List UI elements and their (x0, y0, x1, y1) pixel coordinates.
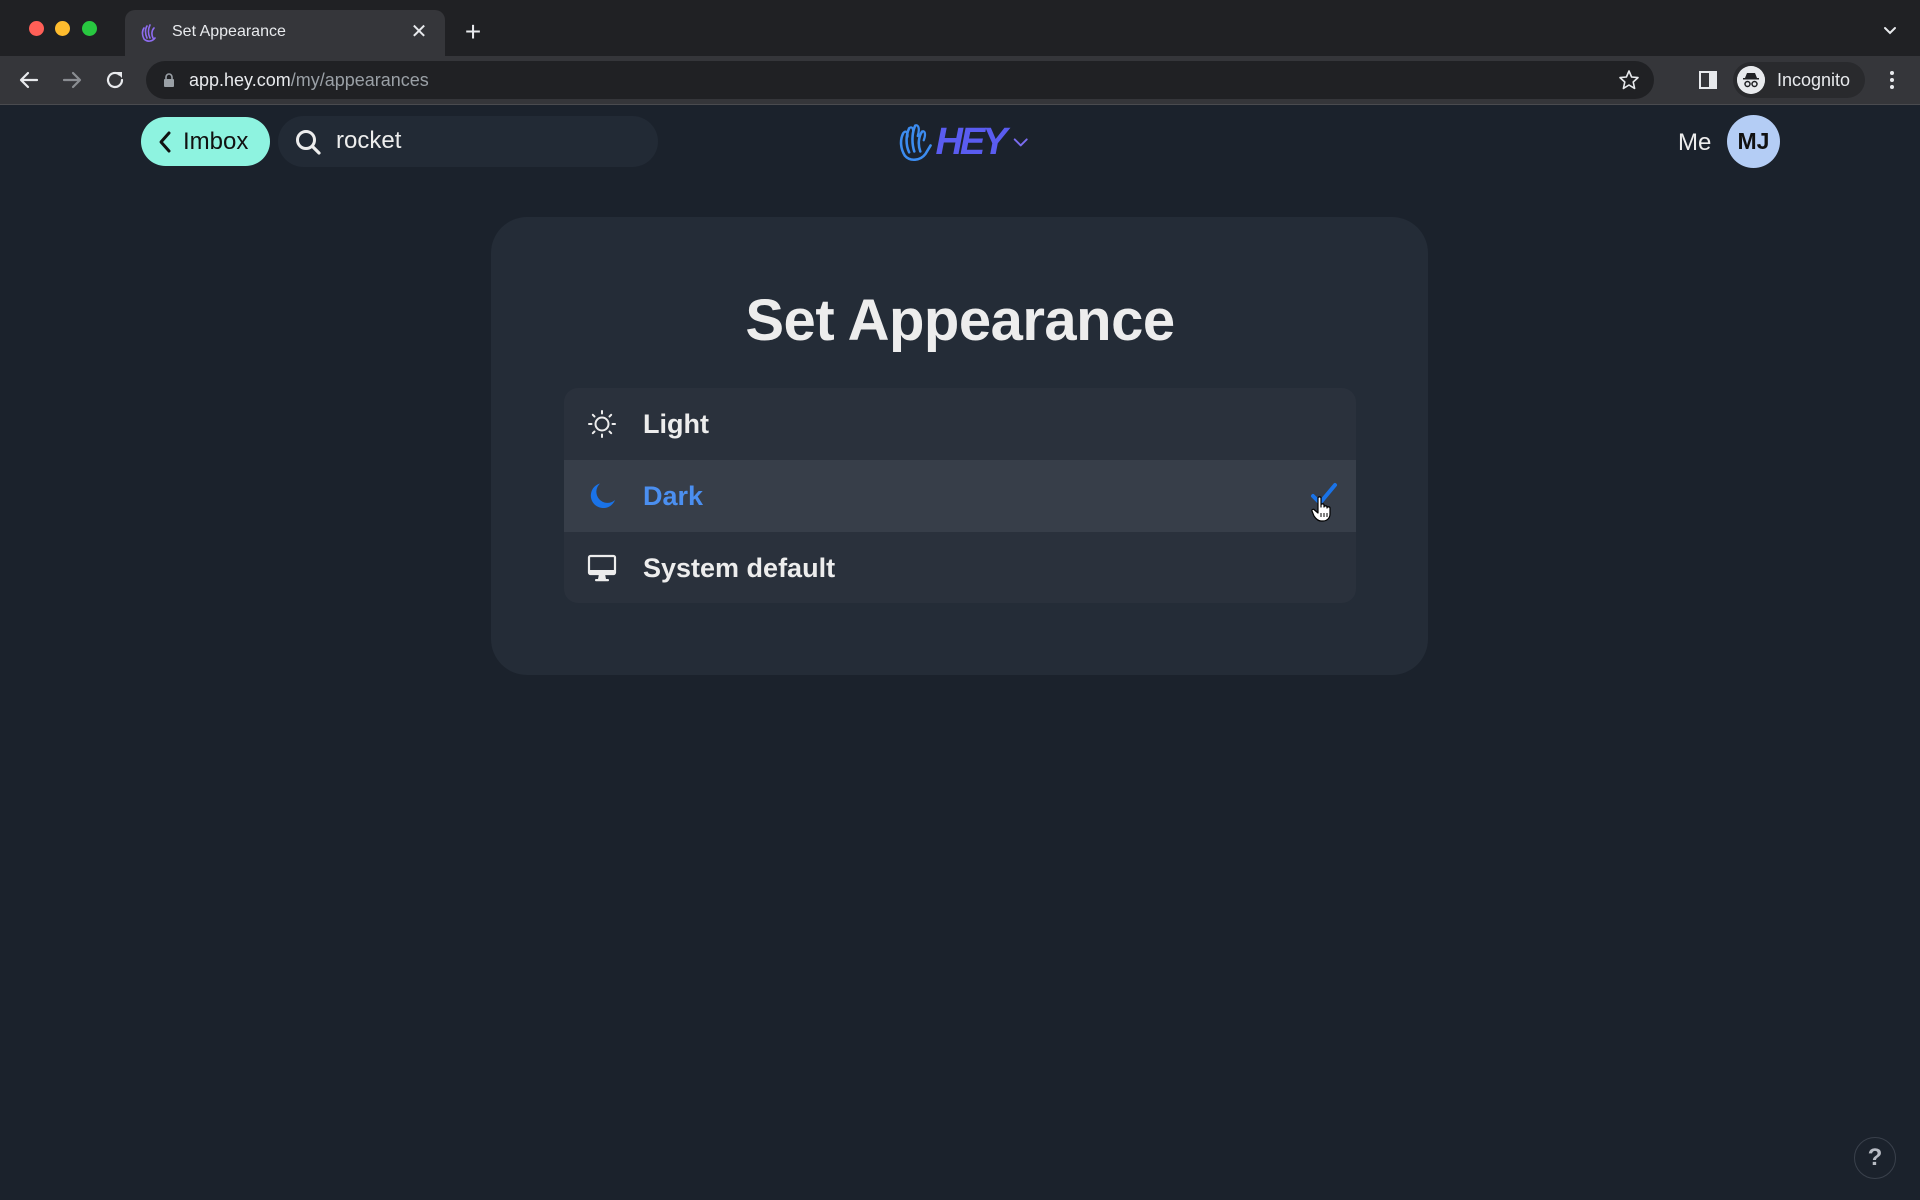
window-close-button[interactable] (29, 21, 44, 36)
appearance-option-system-default[interactable]: System default (564, 532, 1356, 603)
browser-tab-strip: Set Appearance ✕ + (0, 0, 1920, 56)
search-input[interactable] (336, 124, 636, 158)
hey-logo-menu[interactable]: HEY (898, 116, 1028, 168)
moon-icon (590, 483, 615, 509)
url-text: app.hey.com/my/appearances (189, 70, 429, 91)
browser-toolbar: app.hey.com/my/appearances Incognito (0, 56, 1920, 105)
incognito-profile-button[interactable]: Incognito (1733, 62, 1865, 98)
search-box[interactable] (278, 116, 658, 167)
help-button[interactable]: ? (1854, 1137, 1896, 1179)
hey-hand-icon (899, 124, 932, 161)
window-maximize-button[interactable] (82, 21, 97, 36)
appearance-option-light[interactable]: Light (564, 388, 1356, 460)
window-minimize-button[interactable] (55, 21, 70, 36)
browser-tab[interactable]: Set Appearance ✕ (125, 10, 445, 56)
incognito-icon (1737, 66, 1765, 94)
tab-search-chevron-icon[interactable] (1880, 20, 1900, 40)
browser-menu-icon[interactable] (1880, 68, 1904, 92)
back-to-imbox-button[interactable]: Imbox (141, 117, 270, 166)
option-label: Dark (643, 481, 704, 511)
back-arrow-icon[interactable] (15, 66, 43, 94)
search-icon (296, 130, 321, 155)
address-bar[interactable]: app.hey.com/my/appearances (146, 61, 1654, 99)
imbox-label: Imbox (183, 127, 249, 155)
reload-icon[interactable] (101, 66, 129, 94)
hey-wordmark: HEY (935, 120, 1007, 163)
option-label: Light (643, 409, 709, 439)
avatar[interactable]: MJ (1727, 115, 1780, 168)
lock-icon (164, 73, 174, 87)
bookmark-star-icon[interactable] (1618, 69, 1640, 91)
appearance-option-dark[interactable]: Dark (564, 460, 1356, 532)
new-tab-button[interactable]: + (459, 18, 487, 46)
appearance-options-list: Light Dark System default (564, 388, 1356, 603)
url-host: app.hey.com (189, 70, 291, 90)
hand-pointer-cursor-icon (1311, 496, 1331, 522)
url-path: /my/appearances (290, 70, 429, 90)
tab-close-icon[interactable]: ✕ (407, 20, 431, 44)
sun-icon (588, 410, 616, 438)
page-title: Set Appearance (745, 288, 1175, 353)
forward-arrow-icon[interactable] (58, 66, 86, 94)
side-panel-icon[interactable] (1698, 70, 1718, 90)
chevron-down-icon (1013, 138, 1028, 147)
chevron-left-icon (159, 131, 171, 152)
tab-title: Set Appearance (172, 23, 286, 40)
monitor-icon (587, 554, 617, 582)
option-label: System default (643, 553, 836, 583)
hey-hand-icon (141, 24, 156, 42)
incognito-label: Incognito (1777, 70, 1851, 90)
me-menu-label[interactable]: Me (1678, 129, 1711, 157)
